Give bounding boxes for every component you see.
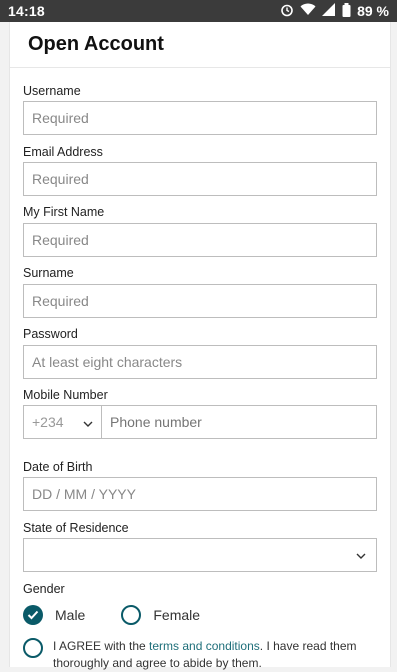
state-label: State of Residence [23,521,129,535]
status-time: 14:18 [8,3,45,19]
email-group: Email Address [23,145,103,159]
username-label: Username [23,84,81,98]
wifi-icon [300,3,316,19]
terms-link[interactable]: terms and conditions [149,639,260,653]
gender-label: Gender [23,582,65,596]
battery-percent: 89 % [357,3,389,19]
terms-prefix: I AGREE with the [53,639,150,653]
terms-agree-checkbox[interactable] [23,638,43,658]
username-group: Username [23,84,81,98]
chevron-down-icon [356,546,366,564]
surname-group: Surname [23,266,74,280]
gender-group: Gender [23,582,65,596]
state-group: State of Residence [23,521,129,535]
email-label: Email Address [23,145,103,159]
surname-label: Surname [23,266,74,280]
dob-label: Date of Birth [23,460,93,474]
battery-icon [342,2,351,20]
password-input[interactable] [23,345,377,379]
first-name-label: My First Name [23,205,105,219]
username-input[interactable] [23,101,377,135]
dob-input[interactable] [23,477,377,511]
phone-number-input[interactable] [102,406,376,438]
state-select[interactable] [23,538,377,572]
gender-female-label[interactable]: Female [153,607,200,623]
mobile-group: Mobile Number [23,388,108,402]
email-input[interactable] [23,162,377,196]
mobile-label: Mobile Number [23,388,108,402]
signal-icon [322,3,336,19]
country-code-value: +234 [32,414,64,430]
password-label: Password [23,327,78,341]
password-group: Password [23,327,78,341]
status-bar: 14:18 89 % [0,0,397,22]
gender-female-radio[interactable] [121,605,142,625]
gender-male-radio[interactable] [23,605,43,625]
first-name-input[interactable] [23,223,377,257]
page-title: Open Account [28,33,164,55]
dob-group: Date of Birth [23,460,92,474]
gender-male-label[interactable]: Male [55,607,85,623]
status-icons: 89 % [280,2,389,20]
gender-radio-group: Male Female [23,605,200,625]
surname-input[interactable] [23,284,377,318]
mobile-field: +234 [23,405,377,439]
card-header: Open Account [10,22,390,68]
chevron-down-icon [83,414,93,430]
country-code-select[interactable]: +234 [24,406,102,438]
first-name-group: My First Name [23,205,104,219]
alarm-icon [280,3,294,20]
